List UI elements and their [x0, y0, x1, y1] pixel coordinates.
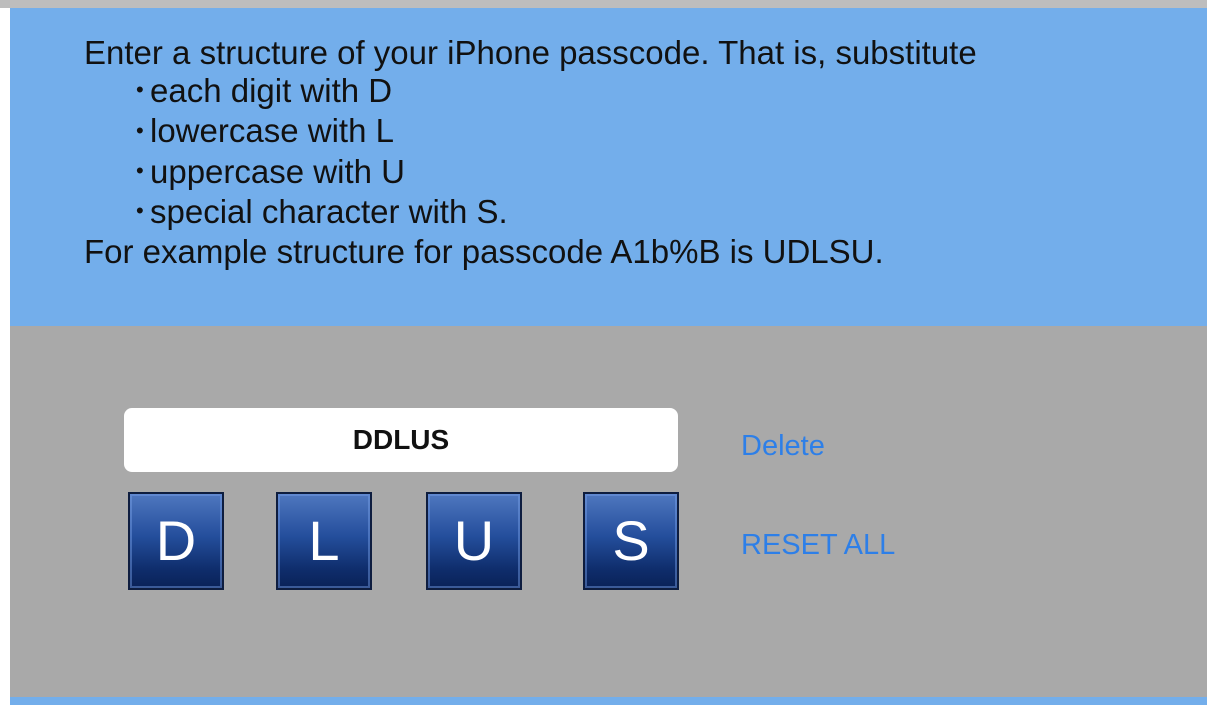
bottom-edge [10, 697, 1207, 705]
bullet-special: special character with S. [136, 193, 1207, 233]
top-edge [0, 0, 1207, 8]
left-edge [0, 8, 10, 705]
key-u-button[interactable]: U [426, 492, 522, 590]
instructions-panel: Enter a structure of your iPhone passcod… [10, 8, 1207, 326]
instructions-example: For example structure for passcode A1b%B… [84, 233, 884, 271]
key-s-button[interactable]: S [583, 492, 679, 590]
key-d-button[interactable]: D [128, 492, 224, 590]
bullet-lowercase: lowercase with L [136, 112, 1207, 152]
structure-entry-panel: DDLUS Delete RESET ALL D L U S [10, 326, 1207, 697]
bullet-uppercase: uppercase with U [136, 153, 1207, 193]
instructions-list: each digit with D lowercase with L upper… [84, 72, 1207, 233]
delete-button[interactable]: Delete [741, 430, 825, 463]
bullet-digit: each digit with D [136, 72, 1207, 112]
structure-field[interactable]: DDLUS [124, 408, 678, 472]
key-l-button[interactable]: L [276, 492, 372, 590]
instructions-intro: Enter a structure of your iPhone passcod… [84, 34, 977, 71]
reset-all-button[interactable]: RESET ALL [741, 529, 895, 562]
